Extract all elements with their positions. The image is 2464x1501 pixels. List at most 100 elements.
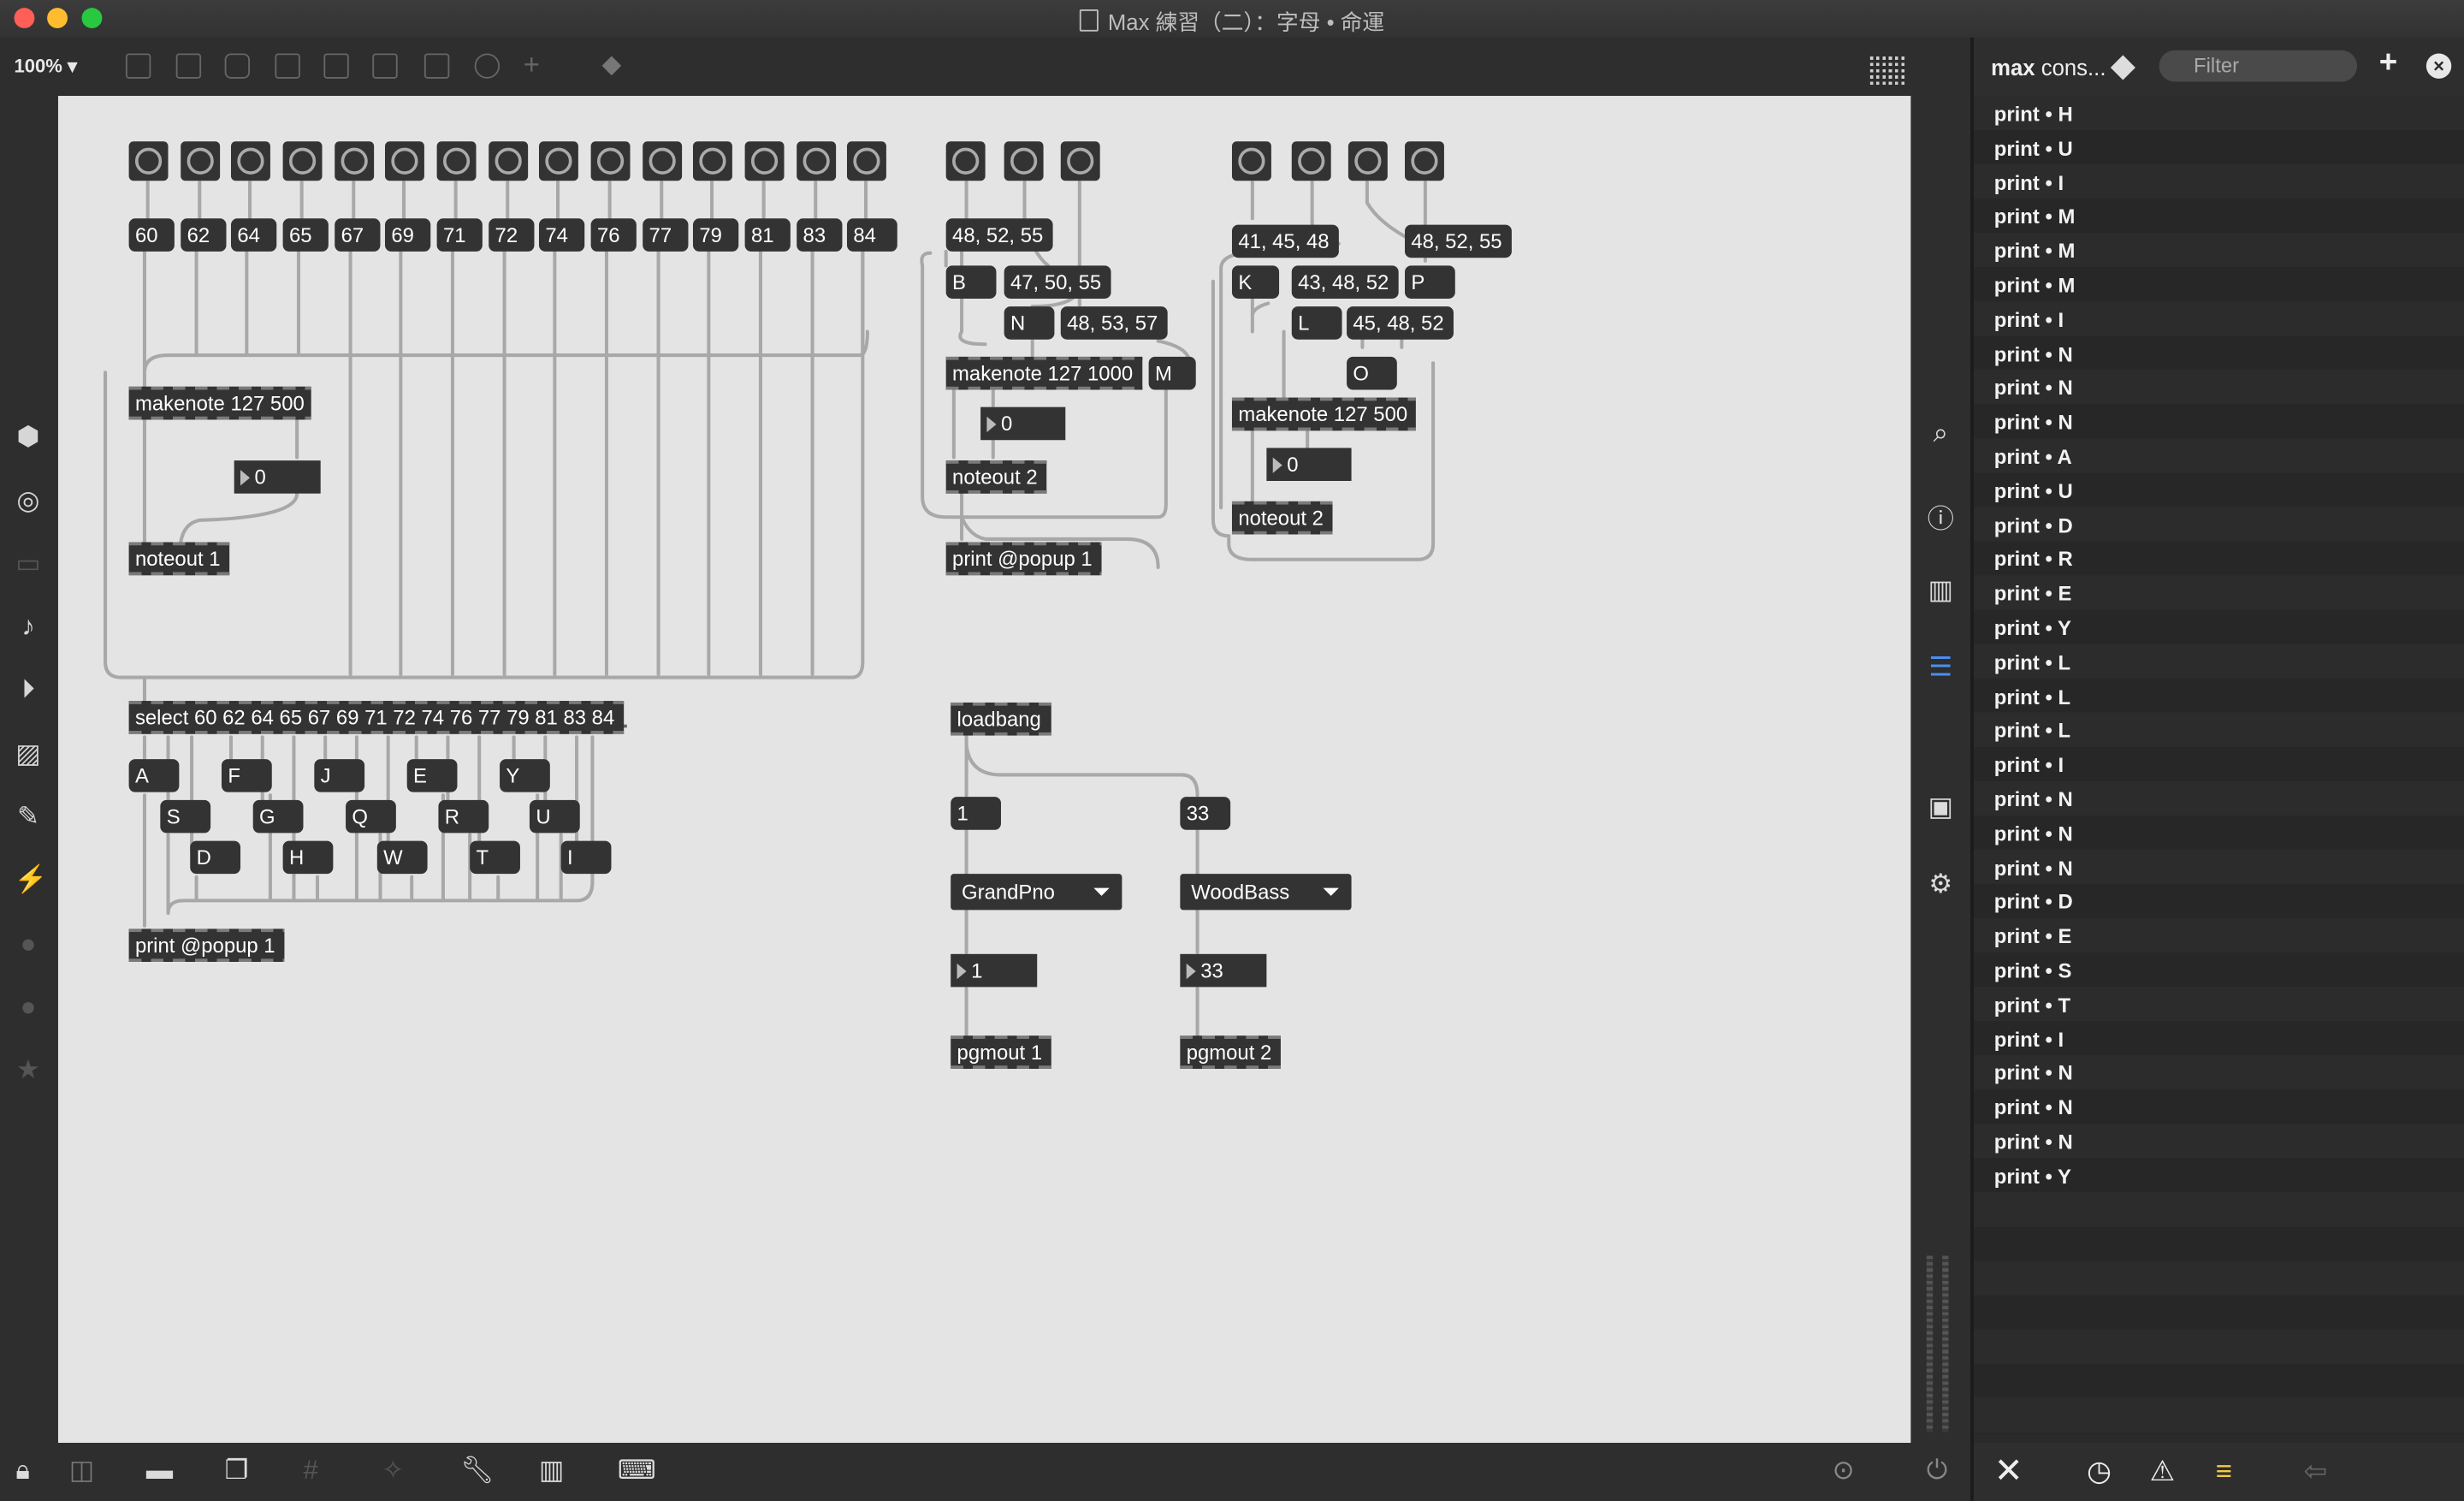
device-icon[interactable]: ▭ (15, 549, 43, 578)
bang-button-77[interactable] (643, 141, 683, 181)
letter-message-p[interactable]: P (1405, 265, 1455, 299)
patcher-canvas[interactable]: 60 62 64 65 67 69 71 72 74 76 77 79 81 8… (57, 96, 1911, 1443)
letter-message-f[interactable]: F (221, 759, 272, 792)
console-row[interactable]: print • T (1994, 993, 2070, 1017)
note-message[interactable]: 71 (436, 218, 483, 252)
console-row[interactable]: print • N (1994, 1095, 2073, 1119)
console-row[interactable]: print • I (1994, 1027, 2064, 1051)
note-message[interactable]: 67 (335, 218, 381, 252)
program-message[interactable]: 1 (951, 797, 1001, 830)
console-row[interactable]: print • S (1994, 958, 2072, 982)
console-row[interactable]: print • H (1994, 102, 2073, 126)
letter-message-i[interactable]: I (560, 840, 612, 875)
mixer-icon[interactable]: ⚙ (1927, 869, 1955, 901)
power-icon[interactable]: ⏻ (1927, 1456, 1948, 1487)
console-row[interactable]: print • I (1994, 753, 2064, 777)
chord-message[interactable]: 48, 53, 57 (1060, 306, 1168, 340)
bang-button-chord-l[interactable] (1291, 141, 1331, 181)
back-arrow-icon[interactable]: ⇦ (2304, 1456, 2328, 1489)
bang-button-71[interactable] (436, 141, 477, 181)
console-row[interactable]: print • D (1994, 513, 2073, 537)
console-row[interactable]: print • U (1994, 136, 2073, 160)
console-row[interactable]: print • N (1994, 342, 2073, 366)
bang-button-chord-o[interactable] (1348, 141, 1388, 181)
note-message[interactable]: 74 (538, 218, 585, 252)
music-note-icon[interactable]: ♪ (15, 612, 43, 641)
bang-button-chord-p[interactable] (1405, 141, 1444, 181)
number-box[interactable]: 33 (1180, 953, 1267, 988)
makenote-object[interactable]: makenote 127 500 (1231, 397, 1416, 431)
makenote-object[interactable]: makenote 127 500 (128, 386, 311, 420)
bang-button-chord-k[interactable] (1231, 141, 1271, 181)
loadbang-object[interactable]: loadbang (951, 702, 1051, 736)
warning-icon[interactable]: ⚠ (2150, 1456, 2176, 1489)
search-icon[interactable]: ⌕ (1927, 418, 1955, 450)
bang-button-84[interactable] (846, 141, 886, 181)
console-row[interactable]: print • N (1994, 787, 2073, 811)
direction-icon[interactable] (2110, 55, 2136, 80)
letter-message-j[interactable]: J (314, 759, 365, 792)
scroll-lock-icon[interactable]: ≡ (2216, 1456, 2232, 1489)
comment-icon[interactable]: ▬ (146, 1456, 173, 1487)
letter-message-w[interactable]: W (376, 840, 428, 875)
number-box[interactable]: 0 (234, 460, 321, 494)
media-icon[interactable]: ⏵ (15, 675, 43, 704)
chord-message[interactable]: 47, 50, 55 (1004, 265, 1111, 299)
console-row[interactable]: print • I (1994, 170, 2064, 194)
bang-button-65[interactable] (282, 141, 323, 181)
paint-bucket-icon[interactable]: ◆ (601, 53, 626, 78)
letter-message-y[interactable]: Y (500, 759, 550, 792)
console-row[interactable]: print • A (1994, 445, 2072, 469)
new-number-icon[interactable] (372, 53, 398, 79)
debug-icon[interactable]: ✧ (382, 1456, 404, 1487)
chord-message[interactable]: 48, 52, 55 (1405, 224, 1512, 258)
makenote-object[interactable]: makenote 127 1000 (945, 356, 1143, 390)
p-icon[interactable]: ● (15, 929, 43, 958)
chord-message[interactable]: 41, 45, 48 (1231, 224, 1339, 258)
presentation-grid-icon[interactable] (1869, 53, 1908, 86)
letter-message-s[interactable]: S (160, 799, 211, 834)
letter-message-k[interactable]: K (1231, 265, 1280, 299)
bang-button-81[interactable] (744, 141, 785, 181)
console-row[interactable]: print • I (1994, 308, 2064, 332)
new-toggle-icon[interactable] (323, 53, 349, 79)
letter-message-a[interactable]: A (128, 759, 180, 792)
letter-message-o[interactable]: O (1347, 356, 1397, 390)
snapshot-icon[interactable]: ▣ (1927, 792, 1955, 824)
windows-icon[interactable]: ❐ (225, 1456, 249, 1487)
piano-icon[interactable]: ▥ (539, 1456, 565, 1487)
letter-message-g[interactable]: G (252, 799, 304, 834)
bang-button-chord-m[interactable] (1060, 141, 1100, 181)
wrench-icon[interactable]: 🔧︎ (460, 1456, 495, 1487)
letter-message-m[interactable]: M (1148, 356, 1196, 390)
letter-message-n[interactable]: N (1004, 306, 1055, 340)
new-message-icon[interactable] (175, 53, 202, 79)
number-box[interactable]: 0 (980, 406, 1066, 441)
note-message[interactable]: 83 (797, 218, 843, 252)
note-message[interactable]: 84 (846, 218, 897, 252)
console-row[interactable]: print • Y (1994, 1165, 2071, 1189)
new-dial-icon[interactable] (474, 53, 500, 79)
console-row[interactable]: print • M (1994, 240, 2076, 264)
keyboard-icon[interactable]: ⌨ (618, 1456, 656, 1487)
console-row[interactable]: print • R (1994, 548, 2073, 572)
noteout-object[interactable]: noteout 2 (1231, 501, 1333, 535)
bang-button-69[interactable] (384, 141, 424, 181)
console-row[interactable]: print • N (1994, 822, 2073, 845)
lock-icon[interactable]: 🔒︎ (15, 1456, 30, 1487)
console-row[interactable]: print • E (1994, 582, 2072, 606)
close-icon[interactable]: × (2426, 53, 2452, 79)
note-message[interactable]: 76 (590, 218, 637, 252)
pgmout-object[interactable]: pgmout 1 (951, 1035, 1051, 1069)
letter-message-e[interactable]: E (406, 759, 458, 792)
grid-icon[interactable]: # (303, 1456, 317, 1487)
chord-message[interactable]: 43, 48, 52 (1291, 265, 1399, 299)
note-message[interactable]: 64 (230, 218, 277, 252)
console-filter-input[interactable]: Filter (2159, 50, 2358, 82)
paperclip-icon[interactable]: ✎ (15, 803, 43, 832)
letter-message-b[interactable]: B (945, 265, 997, 299)
letter-message-l[interactable]: L (1291, 306, 1342, 340)
console-row[interactable]: print • N (1994, 377, 2073, 400)
number-box[interactable]: 0 (1266, 448, 1352, 481)
bang-button-72[interactable] (489, 141, 529, 181)
